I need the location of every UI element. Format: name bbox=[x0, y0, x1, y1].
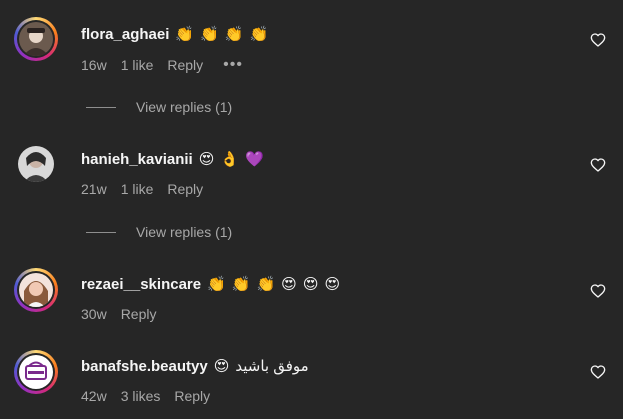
comment-meta: 30w Reply bbox=[81, 305, 170, 323]
divider-line bbox=[86, 106, 116, 108]
avatar[interactable] bbox=[14, 142, 58, 186]
more-options-button[interactable]: ••• bbox=[223, 56, 243, 74]
username[interactable]: banafshe.beautyy bbox=[81, 358, 208, 375]
emoji: 😍 bbox=[281, 275, 297, 293]
comment-meta: 16w 1 like Reply ••• bbox=[81, 56, 257, 74]
emoji: 😍 bbox=[324, 275, 341, 293]
emoji: 👏 bbox=[200, 25, 219, 43]
comment-header: banafshe.beautyy 😍 موفق باشید bbox=[81, 355, 309, 377]
heart-outline-icon[interactable] bbox=[590, 364, 606, 380]
timestamp: 21w bbox=[81, 181, 107, 197]
comment-header: flora_aghaei 👏 👏 👏 👏 bbox=[81, 23, 268, 45]
emoji: 😍 bbox=[302, 275, 319, 293]
username[interactable]: hanieh_kavianii bbox=[81, 151, 193, 168]
comment-header: hanieh_kavianii 😍 👌 💜 bbox=[81, 148, 264, 170]
avatar[interactable] bbox=[14, 17, 58, 61]
emoji: 👌 bbox=[220, 150, 240, 168]
view-replies-button[interactable]: View replies (1) bbox=[86, 223, 232, 241]
heart-outline-icon[interactable] bbox=[590, 32, 606, 48]
username[interactable]: rezaei__skincare bbox=[81, 276, 201, 293]
timestamp: 42w bbox=[81, 388, 107, 404]
view-replies-button[interactable]: View replies (1) bbox=[86, 98, 232, 116]
comment-meta: 42w 3 likes Reply bbox=[81, 387, 224, 405]
timestamp: 16w bbox=[81, 57, 107, 73]
view-replies-label: View replies (1) bbox=[136, 99, 233, 115]
username[interactable]: flora_aghaei bbox=[81, 26, 169, 43]
comment-meta: 21w 1 like Reply bbox=[81, 180, 217, 198]
reply-button[interactable]: Reply bbox=[174, 388, 210, 404]
reply-button[interactable]: Reply bbox=[167, 181, 203, 197]
comment-text: موفق باشید bbox=[235, 358, 309, 375]
emoji: 💜 bbox=[245, 150, 264, 168]
emoji: 😍 bbox=[198, 150, 215, 168]
avatar[interactable] bbox=[14, 350, 58, 394]
reply-button[interactable]: Reply bbox=[167, 57, 203, 73]
like-count[interactable]: 3 likes bbox=[121, 388, 161, 404]
emoji: 👏 bbox=[175, 25, 195, 43]
emoji: 👏 bbox=[224, 25, 244, 43]
timestamp: 30w bbox=[81, 306, 107, 322]
emoji: 😍 bbox=[213, 357, 230, 375]
emoji: 👏 bbox=[231, 275, 251, 293]
like-count[interactable]: 1 like bbox=[121, 57, 154, 73]
view-replies-label: View replies (1) bbox=[136, 224, 233, 240]
reply-button[interactable]: Reply bbox=[121, 306, 157, 322]
emoji: 👏 bbox=[256, 275, 276, 293]
emoji: 👏 bbox=[207, 275, 226, 293]
like-count[interactable]: 1 like bbox=[121, 181, 154, 197]
heart-outline-icon[interactable] bbox=[590, 157, 606, 173]
emoji: 👏 bbox=[249, 25, 269, 43]
divider-line bbox=[86, 231, 116, 233]
comment-header: rezaei__skincare 👏 👏 👏 😍 😍 😍 bbox=[81, 273, 340, 295]
heart-outline-icon[interactable] bbox=[590, 283, 606, 299]
avatar[interactable] bbox=[14, 268, 58, 312]
